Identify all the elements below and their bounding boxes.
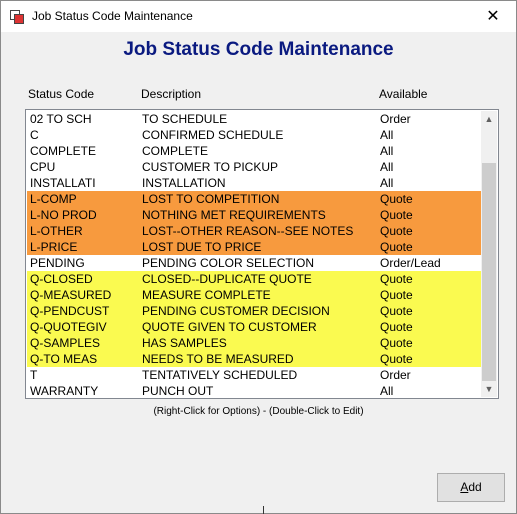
- add-button-label: dd: [468, 480, 482, 494]
- available-cell: Quote: [380, 336, 413, 350]
- add-button[interactable]: Add: [437, 473, 505, 502]
- description-cell: CUSTOMER TO PICKUP: [142, 160, 279, 174]
- status-code-cell: CPU: [30, 160, 56, 174]
- usage-hint: (Right-Click for Options) - (Double-Clic…: [153, 406, 364, 417]
- scrollbar-thumb[interactable]: [482, 163, 496, 381]
- status-code-cell: Q-CLOSED: [30, 272, 93, 286]
- available-cell: Quote: [380, 208, 413, 222]
- available-cell: Quote: [380, 320, 413, 334]
- status-code-cell: L-PRICE: [30, 240, 78, 254]
- description-cell: COMPLETE: [142, 144, 209, 158]
- available-cell: Order: [380, 112, 411, 126]
- status-code-cell: Q-SAMPLES: [30, 336, 101, 350]
- description-cell: NOTHING MET REQUIREMENTS: [142, 208, 326, 222]
- divider: [263, 506, 264, 514]
- status-code-cell: Q-QUOTEGIV: [30, 320, 107, 334]
- list-item[interactable]: L-NO PROD NOTHING MET REQUIREMENTS Quote: [27, 207, 482, 223]
- list-item[interactable]: CPU CUSTOMER TO PICKUP All: [27, 159, 482, 175]
- list-item[interactable]: Q-TO MEAS NEEDS TO BE MEASURED Quote: [27, 351, 482, 367]
- available-cell: Quote: [380, 192, 413, 206]
- status-code-cell: C: [30, 128, 39, 142]
- list-item[interactable]: WARRANTY PUNCH OUT All: [27, 383, 482, 398]
- status-code-cell: Q-MEASURED: [30, 288, 112, 302]
- description-cell: LOST DUE TO PRICE: [142, 240, 262, 254]
- description-cell: PUNCH OUT: [142, 384, 214, 398]
- status-code-cell: PENDING: [30, 256, 85, 270]
- description-cell: TENTATIVELY SCHEDULED: [142, 368, 298, 382]
- description-cell: LOST--OTHER REASON--SEE NOTES: [142, 224, 354, 238]
- list-item[interactable]: Q-PENDCUST PENDING CUSTOMER DECISION Quote: [27, 303, 482, 319]
- list-item[interactable]: Q-SAMPLES HAS SAMPLES Quote: [27, 335, 482, 351]
- column-header-description: Description: [141, 87, 202, 101]
- available-cell: Quote: [380, 240, 413, 254]
- status-code-cell: L-NO PROD: [30, 208, 97, 222]
- description-cell: INSTALLATION: [142, 176, 226, 190]
- available-cell: All: [380, 176, 394, 190]
- list-item[interactable]: Q-QUOTEGIV QUOTE GIVEN TO CUSTOMER Quote: [27, 319, 482, 335]
- description-cell: HAS SAMPLES: [142, 336, 227, 350]
- status-code-cell: COMPLETE: [30, 144, 97, 158]
- status-code-cell: T: [30, 368, 38, 382]
- available-cell: Order/Lead: [380, 256, 441, 270]
- description-cell: CLOSED--DUPLICATE QUOTE: [142, 272, 312, 286]
- available-cell: Quote: [380, 272, 413, 286]
- available-cell: Quote: [380, 304, 413, 318]
- description-cell: CONFIRMED SCHEDULE: [142, 128, 284, 142]
- list-item[interactable]: L-PRICE LOST DUE TO PRICE Quote: [27, 239, 482, 255]
- status-code-cell: WARRANTY: [30, 384, 99, 398]
- scroll-up-icon[interactable]: ▲: [481, 111, 497, 127]
- description-cell: PENDING CUSTOMER DECISION: [142, 304, 330, 318]
- available-cell: Order: [380, 368, 411, 382]
- list-item[interactable]: PENDING PENDING COLOR SELECTION Order/Lead: [27, 255, 482, 271]
- app-icon: [10, 10, 24, 24]
- scroll-down-icon[interactable]: ▼: [481, 381, 497, 397]
- status-code-list[interactable]: 02 TO SCH TO SCHEDULE Order C CONFIRMED SCHE…: [25, 109, 499, 399]
- available-cell: All: [380, 144, 394, 158]
- title-bar[interactable]: Job Status Code Maintenance ✕: [1, 1, 516, 32]
- status-code-cell: Q-PENDCUST: [30, 304, 110, 318]
- dialog-window: Job Status Code Maintenance ✕ Job Status…: [0, 0, 517, 514]
- description-cell: NEEDS TO BE MEASURED: [142, 352, 294, 366]
- column-header-available: Available: [379, 87, 428, 101]
- available-cell: All: [380, 384, 394, 398]
- description-cell: LOST TO COMPETITION: [142, 192, 280, 206]
- column-header-status-code: Status Code: [28, 87, 95, 101]
- list-item[interactable]: L-COMP LOST TO COMPETITION Quote: [27, 191, 482, 207]
- available-cell: All: [380, 160, 394, 174]
- list-item[interactable]: INSTALLATI INSTALLATION All: [27, 175, 482, 191]
- available-cell: Quote: [380, 224, 413, 238]
- list-item[interactable]: L-OTHER LOST--OTHER REASON--SEE NOTES Quot…: [27, 223, 482, 239]
- status-code-cell: L-OTHER: [30, 224, 83, 238]
- status-code-cell: 02 TO SCH: [30, 112, 92, 126]
- vertical-scrollbar[interactable]: ▲ ▼: [481, 111, 497, 397]
- description-cell: PENDING COLOR SELECTION: [142, 256, 315, 270]
- description-cell: MEASURE COMPLETE: [142, 288, 271, 302]
- list-item[interactable]: T TENTATIVELY SCHEDULED Order: [27, 367, 482, 383]
- available-cell: Quote: [380, 352, 413, 366]
- list-item[interactable]: Q-CLOSED CLOSED--DUPLICATE QUOTE Quote: [27, 271, 482, 287]
- list-item[interactable]: 02 TO SCH TO SCHEDULE Order: [27, 111, 482, 127]
- page-title: Job Status Code Maintenance: [123, 39, 394, 60]
- status-code-cell: INSTALLATI: [30, 176, 96, 190]
- status-code-cell: Q-TO MEAS: [30, 352, 98, 366]
- available-cell: Quote: [380, 288, 413, 302]
- description-cell: TO SCHEDULE: [142, 112, 228, 126]
- list-item[interactable]: C CONFIRMED SCHEDULE All: [27, 127, 482, 143]
- available-cell: All: [380, 128, 394, 142]
- list-item[interactable]: COMPLETE COMPLETE All: [27, 143, 482, 159]
- status-code-cell: L-COMP: [30, 192, 77, 206]
- window-title: Job Status Code Maintenance: [32, 9, 193, 23]
- close-icon[interactable]: ✕: [470, 1, 516, 32]
- list-item[interactable]: Q-MEASURED MEASURE COMPLETE Quote: [27, 287, 482, 303]
- description-cell: QUOTE GIVEN TO CUSTOMER: [142, 320, 317, 334]
